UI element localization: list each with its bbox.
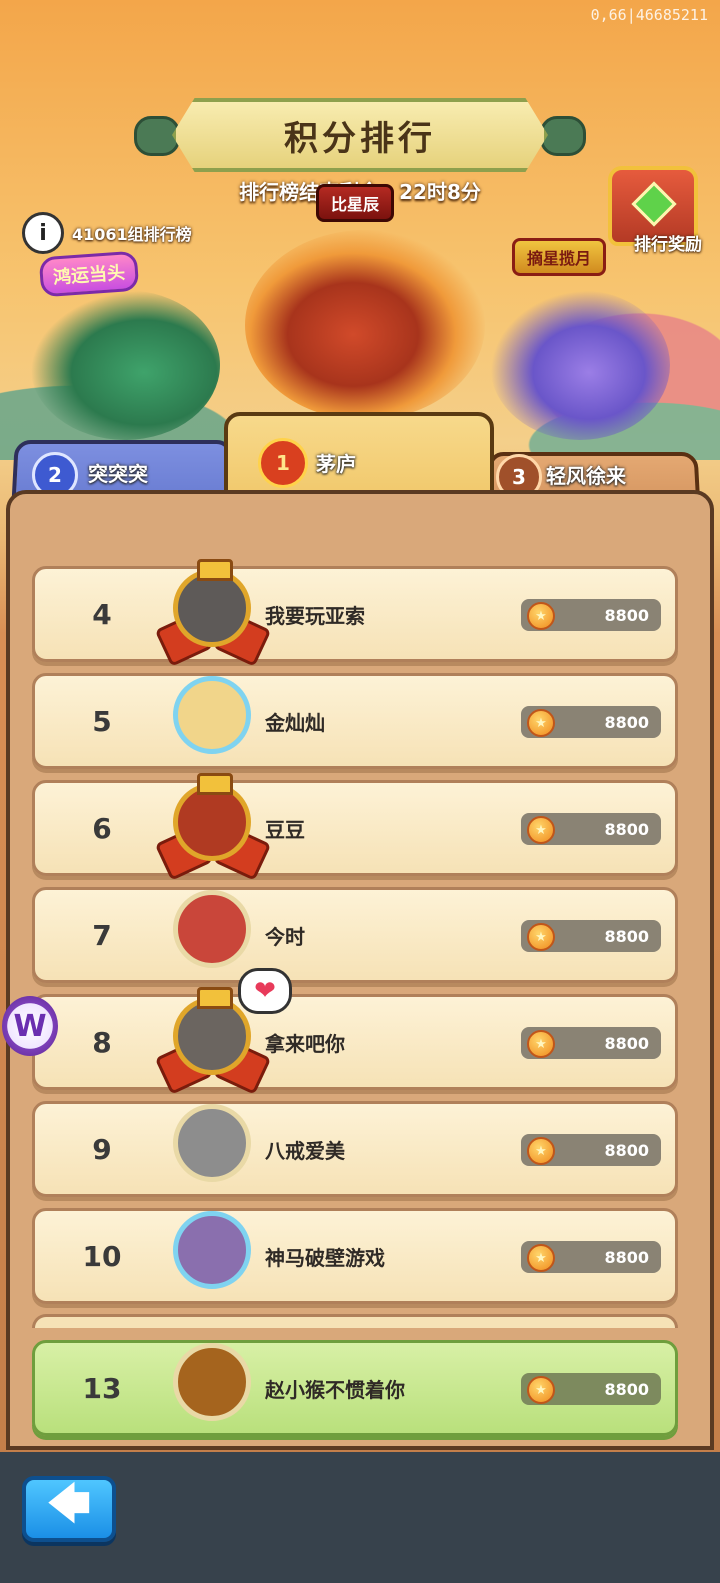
score-badge: ★ 8800 [521,1241,661,1273]
list-item[interactable]: 8 拿来吧你 ★ 8800 [32,987,678,1095]
rank-number: 9 [92,1132,112,1166]
score-value: 8800 [604,1247,649,1267]
lucky-badge: 鸿运当头 [38,250,140,298]
back-arrow-icon: 🡄 [47,1478,91,1528]
back-button[interactable]: 🡄 [22,1476,116,1542]
star-coin-icon: ★ [527,1030,555,1058]
star-coin-icon: ★ [527,1137,555,1165]
score-value: 8800 [604,1033,649,1053]
avatar[interactable] [163,1201,263,1307]
list-item[interactable]: 10 神马破壁游戏 ★ 8800 [32,1208,678,1304]
score-badge: ★ 8800 [521,1134,661,1166]
list-item[interactable]: 6 豆豆 ★ 8800 [32,773,678,881]
avatar[interactable] [163,1094,263,1200]
list-item[interactable]: 4 我要玩亚索 ★ 8800 [32,559,678,667]
debug-readout: 0,66|46685211 [590,6,708,24]
score-badge: ★ 8800 [521,599,661,631]
score-badge: ★ 8800 [521,920,661,952]
floating-widget-icon[interactable]: W [2,996,58,1056]
reward-button[interactable]: 排行奖励 [598,166,708,266]
rank-number: 10 [82,1239,122,1273]
crown-icon [197,773,233,795]
rank-number: 7 [92,918,112,952]
crown-icon [197,559,233,581]
score-value: 8800 [604,1140,649,1160]
score-value: 8800 [604,819,649,839]
list-item-partial [32,1314,678,1328]
avatar[interactable] [154,559,272,667]
player-name: 豆豆 [265,817,305,842]
star-coin-icon: ★ [527,923,555,951]
star-coin-icon: ★ [527,1376,555,1404]
first-place-character-art [245,230,485,420]
score-badge: ★ 8800 [521,706,661,738]
group-info[interactable]: i 41061组排行榜 [22,212,192,254]
score-value: 8800 [604,926,649,946]
score-value: 8800 [604,1379,649,1399]
info-icon[interactable]: i [22,212,64,254]
star-coin-icon: ★ [527,1244,555,1272]
score-badge: ★ 8800 [521,1373,661,1405]
list-item[interactable]: 9 八戒爱美 ★ 8800 [32,1101,678,1197]
my-rank-row[interactable]: 13 赵小猴不惯着你 ★ 8800 [32,1340,678,1436]
star-coin-icon: ★ [527,816,555,844]
banner-plate: 积分排行 [172,98,548,172]
podium-second-name: 突突突 [88,462,148,486]
star-coin-icon: ★ [527,709,555,737]
crown-icon [197,987,233,1009]
score-value: 8800 [604,605,649,625]
player-name: 赵小猴不惯着你 [265,1377,405,1402]
player-name: 金灿灿 [265,710,325,735]
gem-icon [631,181,677,227]
podium-first-name: 茅庐 [316,452,356,476]
page-title: 积分排行 [284,118,436,159]
second-place-character-art [30,290,220,440]
rank-number: 4 [92,597,112,631]
rank-number: 8 [92,1025,112,1059]
third-place-title-flag: 摘星揽月 [512,238,607,276]
avatar[interactable] [163,666,263,772]
reward-label: 排行奖励 [634,235,702,255]
score-value: 8800 [604,712,649,732]
rank-number: 5 [92,704,112,738]
avatar[interactable] [154,773,272,881]
group-label: 41061组排行榜 [72,225,192,244]
list-item[interactable]: 5 金灿灿 ★ 8800 [32,673,678,769]
player-name: 神马破壁游戏 [265,1245,385,1270]
score-badge: ★ 8800 [521,1027,661,1059]
star-coin-icon: ★ [527,602,555,630]
player-name: 八戒爱美 [265,1138,345,1163]
podium-third-name: 轻风徐来 [546,464,626,488]
heart-icon[interactable]: ❤ [238,968,292,1014]
third-place-character-art [490,290,670,440]
list-item[interactable]: 7 今时 ★ 8800 [32,887,678,983]
avatar[interactable] [163,1333,263,1439]
player-name: 我要玩亚索 [265,603,365,628]
rank-number: 13 [82,1371,122,1405]
rank-number: 6 [92,811,112,845]
title-banner: 积分排行 [134,98,586,172]
rank-medal-1: 1 [258,438,308,488]
score-badge: ★ 8800 [521,813,661,845]
player-name: 今时 [265,924,305,949]
first-place-title-flag: 比星辰 [316,184,395,222]
